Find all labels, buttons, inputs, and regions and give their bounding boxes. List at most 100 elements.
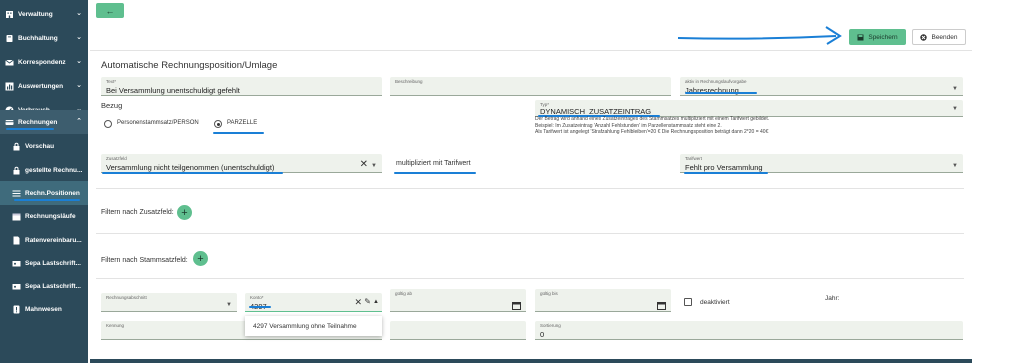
filter-zusatzfeld-label: Filtern nach Zusatzfeld:: [101, 209, 174, 216]
annotation-underline: [213, 132, 264, 134]
sidebar-item-korrespondenz[interactable]: Korrespondenz ⌄: [0, 50, 88, 74]
sidebar-item-label: Vorschau: [25, 142, 55, 150]
dropdown-arrow-icon: ▼: [952, 163, 958, 169]
lock-icon: [12, 142, 21, 151]
close-circle-icon: [920, 33, 928, 41]
sortierung-field[interactable]: Sortierung 0: [535, 321, 963, 340]
chart-icon: [5, 82, 14, 91]
sidebar-item-label: Buchhaltung: [18, 34, 58, 42]
calendar-icon[interactable]: [657, 297, 666, 315]
save-button-label: Speichern: [868, 33, 898, 41]
gueltig-bis-date[interactable]: gültig bis: [535, 289, 671, 312]
lock-icon: [12, 166, 21, 175]
sidebar-item-mahnwesen[interactable]: Mahnwesen: [0, 297, 88, 321]
end-button-label: Beenden: [931, 33, 958, 41]
sidebar-item-label: Rechn.Positionen: [25, 189, 80, 197]
sidebar-item-ratenvereinbarung[interactable]: Ratenvereinbaru...: [0, 228, 88, 252]
divider: [96, 278, 964, 279]
page-title: Automatische Rechnungsposition/Umlage: [101, 60, 278, 71]
radio-person[interactable]: [104, 120, 112, 128]
divider: [96, 233, 964, 234]
chevron-down-icon: ⌄: [76, 82, 82, 89]
sidebar-item-rechnungslaeufe[interactable]: Rechnungsläufe: [0, 204, 88, 228]
bezug-label: Bezug: [101, 101, 123, 110]
clear-icon[interactable]: ✕: [354, 297, 362, 308]
beschreibung-field[interactable]: Beschreibung: [390, 77, 671, 96]
konto-autocomplete[interactable]: Konto* 4297 ✕ ✎ ▲: [245, 293, 382, 312]
multipliziert-label: multipliziert mit Tarifwert: [396, 160, 471, 167]
document-icon: [12, 236, 21, 245]
konto-dropdown-option[interactable]: 4297 Versammlung ohne Teilnahme: [245, 316, 382, 336]
sidebar-item-label: gestellte Rechnu...: [25, 166, 83, 174]
annotation-underline: [684, 172, 768, 174]
sidebar-item-label: Rechnungen: [18, 118, 58, 126]
tarifwert-select[interactable]: Tarifwert Fehlt pro Versammlung ▼: [680, 154, 963, 173]
dropdown-arrow-icon: ▼: [371, 163, 377, 169]
book-icon: [5, 34, 14, 43]
deaktiviert-label: deaktiviert: [700, 299, 730, 306]
end-button[interactable]: Beenden: [912, 29, 966, 45]
annotation-underline: [14, 199, 80, 201]
sidebar-item-label: Mahnwesen: [25, 305, 62, 313]
sidebar-item-sepa-lastschrift-2[interactable]: Sepa Lastschrift...: [0, 274, 88, 298]
sidebar-item-label: Verwaltung: [18, 10, 53, 18]
annotation-arrow: [677, 26, 842, 45]
back-button[interactable]: ←: [96, 3, 124, 18]
chevron-up-icon: ⌃: [76, 118, 82, 125]
jahr-label: Jahr:: [825, 295, 840, 302]
list-icon: [12, 189, 21, 198]
sidebar-item-vorschau[interactable]: Vorschau: [0, 134, 88, 158]
typ-info-text: Der Betrag wird anhand eines Zusatzeintr…: [535, 116, 770, 135]
filter-stammsatzfeld-label: Filtern nach Stammsatzfeld:: [101, 257, 188, 264]
mail-icon: [5, 58, 14, 67]
text-field[interactable]: Text* Bei Versammlung unentschuldigt gef…: [101, 77, 382, 96]
dropdown-arrow-icon: ▲: [373, 299, 379, 305]
sidebar-item-label: Auswertungen: [18, 82, 64, 90]
pencil-icon[interactable]: ✎: [364, 297, 371, 306]
gueltig-ab-date[interactable]: gültig ab: [390, 289, 526, 312]
annotation-underline: [249, 306, 271, 308]
add-zusatzfeld-filter-button[interactable]: +: [177, 205, 192, 220]
kennung-field-extension[interactable]: [390, 321, 526, 340]
zusatzfeld-select[interactable]: Zusatzfeld Versammlung nicht teilgenomme…: [101, 154, 382, 173]
radio-parzelle-label: PARZELLE: [227, 120, 258, 126]
sidebar-item-sepa-lastschrift-1[interactable]: Sepa Lastschrift...: [0, 251, 88, 275]
alert-icon: [12, 305, 21, 314]
sidebar-item-rechnungen[interactable]: Rechnungen ⌃: [0, 110, 88, 134]
sidebar-item-rechn-positionen[interactable]: Rechn.Positionen: [0, 181, 88, 205]
invoice-icon: [5, 118, 14, 127]
save-button[interactable]: Speichern: [849, 29, 906, 45]
calendar-icon[interactable]: [512, 297, 521, 315]
chevron-down-icon: ⌄: [76, 10, 82, 17]
deaktiviert-checkbox[interactable]: [684, 298, 692, 306]
sidebar-item-buchhaltung[interactable]: Buchhaltung ⌄: [0, 26, 88, 50]
sidebar-item-label: Sepa Lastschrift...: [25, 282, 81, 290]
floppy-disk-icon: [857, 34, 864, 40]
divider: [96, 188, 964, 189]
footer-bar: [90, 359, 972, 363]
arrow-left-icon: ←: [105, 5, 115, 16]
clear-icon[interactable]: ✕: [360, 159, 368, 170]
add-stammsatzfeld-filter-button[interactable]: +: [193, 251, 208, 266]
radio-parzelle[interactable]: [214, 120, 222, 128]
sidebar-item-auswertungen[interactable]: Auswertungen ⌄: [0, 74, 88, 98]
sidebar-item-label: Korrespondenz: [18, 58, 66, 66]
dropdown-arrow-icon: ▼: [952, 86, 958, 92]
calendar-icon: [12, 212, 21, 221]
sidebar-item-gestellte-rechnungen[interactable]: gestellte Rechnu...: [0, 158, 88, 182]
card-icon: [12, 259, 21, 268]
card-icon: [12, 282, 21, 291]
rechnungsabschnitt-select[interactable]: Rechnungsabschnitt ▼: [101, 293, 237, 312]
annotation-underline: [394, 172, 476, 174]
dropdown-arrow-icon: ▼: [226, 302, 232, 308]
sidebar-item-label: Ratenvereinbaru...: [25, 236, 82, 244]
chevron-down-icon: ⌄: [76, 58, 82, 65]
annotation-underline: [6, 128, 54, 130]
radio-person-label: Personenstammsatz/PERSON: [117, 120, 199, 126]
sidebar: Verwaltung ⌄ Buchhaltung ⌄ Korrespondenz…: [0, 0, 88, 363]
sidebar-item-verwaltung[interactable]: Verwaltung ⌄: [0, 2, 88, 26]
chevron-down-icon: ⌄: [76, 34, 82, 41]
plus-icon: +: [197, 252, 204, 265]
annotation-underline: [102, 172, 283, 174]
dropdown-arrow-icon: ▼: [952, 106, 958, 112]
